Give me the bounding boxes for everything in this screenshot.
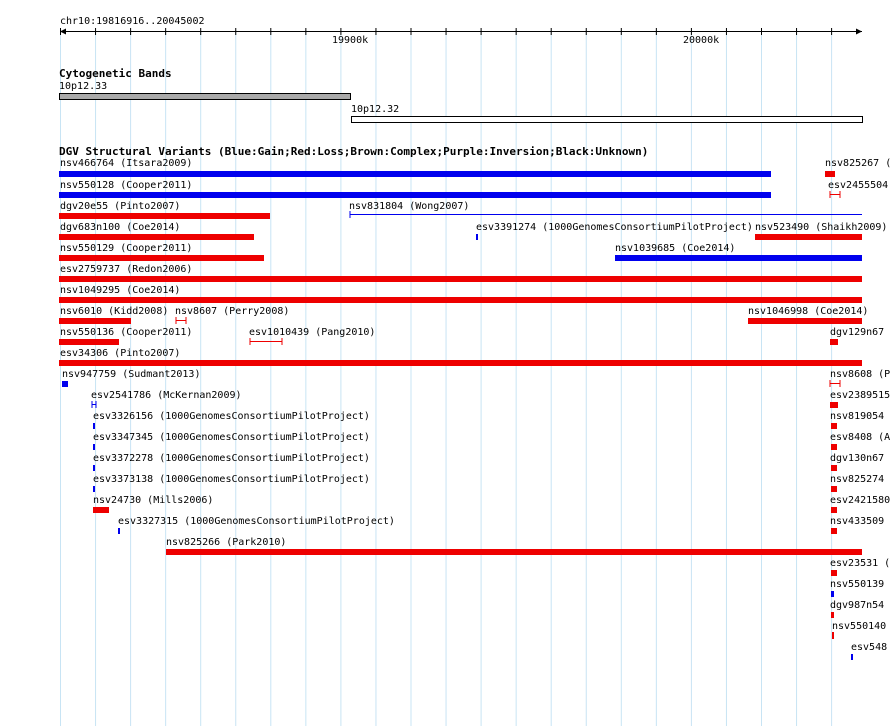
variant-bar-loss[interactable]	[59, 297, 862, 303]
cytoband-label-10p12.33: 10p12.33	[59, 81, 108, 92]
variant-bar-loss[interactable]	[748, 318, 862, 324]
variant-label: nsv8608 (P	[830, 369, 890, 380]
variant-bar-loss[interactable]	[831, 486, 837, 492]
variant-bar-loss[interactable]	[59, 213, 270, 219]
variant-label: esv2421580	[830, 495, 890, 506]
variant-bar-loss[interactable]	[831, 465, 837, 471]
variant-label: esv3326156 (1000GenomesConsortiumPilotPr…	[93, 411, 370, 422]
variant-bar-loss[interactable]	[755, 234, 862, 240]
variant-label: esv2455504	[828, 180, 889, 191]
variant-bar-loss[interactable]	[59, 339, 119, 345]
variant-label: nsv550140	[832, 621, 887, 632]
tick-label-20000k: 20000k	[683, 35, 720, 46]
variant-bar-loss[interactable]	[831, 507, 837, 513]
variant-bar-loss[interactable]	[831, 612, 834, 618]
variant-bar-gain[interactable]	[59, 171, 771, 177]
variant-label: nsv550139	[830, 579, 885, 590]
variant-label: dgv130n67	[830, 453, 885, 464]
variant-bar-loss[interactable]	[59, 255, 264, 261]
variant-bar-gain[interactable]	[93, 465, 95, 471]
locus-label: chr10:19816916..20045002	[60, 16, 205, 27]
variant-bar-gain-small[interactable]	[91, 400, 97, 409]
variant-label: esv3347345 (1000GenomesConsortiumPilotPr…	[93, 432, 370, 443]
variant-bar-loss[interactable]	[830, 402, 838, 408]
variant-label: esv3391274 (1000GenomesConsortiumPilotPr…	[476, 222, 753, 233]
variant-label: nsv819054	[830, 411, 885, 422]
variant-label: nsv947759 (Sudmant2013)	[62, 369, 201, 380]
variant-label: nsv825266 (Park2010)	[166, 537, 287, 548]
variant-bar-loss[interactable]	[831, 423, 837, 429]
variant-label: dgv987n54	[830, 600, 885, 611]
variant-bar-loss[interactable]	[830, 339, 838, 345]
dgv-track-title[interactable]: DGV Structural Variants (Blue:Gain;Red:L…	[59, 146, 648, 158]
variant-bar-loss[interactable]	[831, 444, 837, 450]
variant-label: nsv1049295 (Coe2014)	[60, 285, 181, 296]
variant-bar-loss[interactable]	[166, 549, 862, 555]
variant-bar-gain[interactable]	[93, 423, 95, 429]
ruler-arrow	[856, 28, 862, 35]
tick-label-19900k: 19900k	[332, 35, 369, 46]
variant-label: nsv831804 (Wong2007)	[349, 201, 470, 212]
variant-bar-loss[interactable]	[831, 528, 837, 534]
variant-bar-loss[interactable]	[59, 234, 254, 240]
variant-label: nsv825267 (	[825, 158, 890, 169]
variant-bar-gain[interactable]	[615, 255, 862, 261]
variant-bar-gain[interactable]	[93, 486, 95, 492]
variant-label: esv3373138 (1000GenomesConsortiumPilotPr…	[93, 474, 370, 485]
variant-bar-loss-small[interactable]	[175, 316, 187, 325]
variant-bar-loss[interactable]	[831, 570, 837, 576]
variant-label: nsv6010 (Kidd2008)	[60, 306, 169, 317]
variant-bar-loss-small[interactable]	[249, 337, 283, 346]
variant-label: nsv550129 (Cooper2011)	[60, 243, 193, 254]
variant-label: esv548	[851, 642, 888, 653]
variant-label: nsv433509	[830, 516, 885, 527]
cytoband-10p12.33[interactable]	[59, 93, 351, 100]
variant-label: nsv1039685 (Coe2014)	[615, 243, 736, 254]
variant-label: dgv20e55 (Pinto2007)	[60, 201, 181, 212]
variant-label: nsv550136 (Cooper2011)	[60, 327, 193, 338]
variant-label: nsv8607 (Perry2008)	[175, 306, 290, 317]
variant-label: nsv523490 (Shaikh2009)	[755, 222, 888, 233]
variant-label: esv2541786 (McKernan2009)	[91, 390, 242, 401]
variant-label: nsv1046998 (Coe2014)	[748, 306, 869, 317]
variant-label: nsv550128 (Cooper2011)	[60, 180, 193, 191]
coordinate-ruler	[60, 28, 862, 35]
variant-bar-gain[interactable]	[59, 192, 771, 198]
variant-bar-loss[interactable]	[59, 318, 131, 324]
cytoband-track-title[interactable]: Cytogenetic Bands	[59, 68, 172, 80]
variant-bar-loss-small[interactable]	[829, 190, 841, 199]
variant-bar-loss[interactable]	[59, 276, 862, 282]
variant-label: esv2389515	[830, 390, 890, 401]
cytoband-10p12.32[interactable]	[351, 116, 863, 123]
variant-bar-gain[interactable]	[118, 528, 120, 534]
variant-label: esv8408 (A	[830, 432, 890, 443]
variant-label: esv3372278 (1000GenomesConsortiumPilotPr…	[93, 453, 370, 464]
variant-label: dgv683n100 (Coe2014)	[60, 222, 181, 233]
variant-bar-gain[interactable]	[62, 381, 68, 387]
variant-bar-gain[interactable]	[93, 444, 95, 450]
variant-bar-loss[interactable]	[59, 360, 862, 366]
variant-label: nsv24730 (Mills2006)	[93, 495, 214, 506]
variant-bar-loss[interactable]	[832, 632, 834, 639]
variant-label: nsv466764 (Itsara2009)	[60, 158, 193, 169]
variant-label: esv23531 (	[830, 558, 890, 569]
variant-label: esv2759737 (Redon2006)	[60, 264, 193, 275]
variant-bar-loss-small[interactable]	[829, 379, 841, 388]
variant-label: esv1010439 (Pang2010)	[249, 327, 376, 338]
variant-label: esv3327315 (1000GenomesConsortiumPilotPr…	[118, 516, 395, 527]
variant-bar-loss[interactable]	[93, 507, 109, 513]
variant-label: nsv825274	[830, 474, 885, 485]
variant-bar-gain[interactable]	[831, 591, 834, 597]
cytoband-label-10p12.32: 10p12.32	[351, 104, 400, 115]
variant-bar-loss[interactable]	[825, 171, 835, 177]
variant-bar-gain[interactable]	[851, 654, 853, 660]
variant-label: dgv129n67	[830, 327, 885, 338]
variant-label: esv34306 (Pinto2007)	[60, 348, 181, 359]
variant-bar-gain[interactable]	[476, 234, 478, 240]
